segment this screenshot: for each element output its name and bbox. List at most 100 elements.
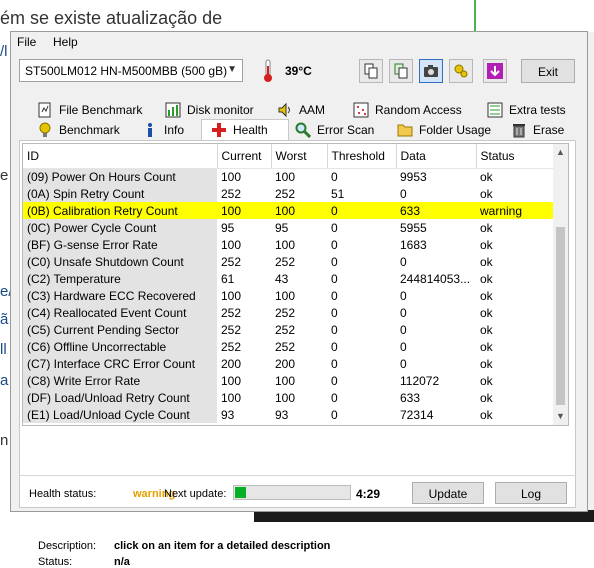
cell-current: 93 [221, 407, 235, 422]
column-header-current[interactable]: Current [217, 144, 272, 169]
cell-id: (0B) Calibration Retry Count [23, 202, 217, 219]
table-row[interactable]: (BF) G-sense Error Rate 100 100 0 1683 ok [23, 236, 553, 253]
column-header-threshold[interactable]: Threshold [327, 144, 397, 169]
cell-worst: 93 [275, 407, 289, 422]
tab-error-scan[interactable]: Error Scan [295, 120, 374, 140]
table-row[interactable]: (C8) Write Error Rate 100 100 0 112072 ok [23, 372, 553, 389]
table-row[interactable]: (C5) Current Pending Sector 252 252 0 0 ok [23, 321, 553, 338]
table-row[interactable]: (DF) Load/Unload Retry Count 100 100 0 633 ok [23, 389, 553, 406]
health-icon [212, 123, 226, 137]
drive-select[interactable]: ST500LM012 HN-M500MBB (500 gB) ▼ [19, 59, 243, 82]
cell-status: ok [480, 186, 493, 201]
tab-aam[interactable]: AAM [277, 100, 325, 120]
chevron-down-icon: ▼ [227, 64, 237, 75]
tab-label: Benchmark [59, 123, 120, 137]
table-row[interactable]: (0A) Spin Retry Count 252 252 51 0 ok [23, 185, 553, 202]
cell-data: 112072 [400, 373, 440, 388]
cell-current: 252 [221, 254, 242, 269]
column-header-worst[interactable]: Worst [271, 144, 328, 169]
cell-id: (C7) Interface CRC Error Count [23, 355, 217, 372]
table-row[interactable]: (09) Power On Hours Count 100 100 0 9953 ok [23, 168, 553, 185]
cell-worst: 100 [275, 288, 296, 303]
table-row[interactable]: (C3) Hardware ECC Recovered 100 100 0 0 ok [23, 287, 553, 304]
tab-extra-tests[interactable]: Extra tests [487, 100, 566, 120]
cell-id: (C8) Write Error Rate [23, 372, 217, 389]
tab-folder-usage[interactable]: Folder Usage [397, 120, 491, 140]
download-arrow-icon [487, 63, 503, 79]
health-panel: ID Current Worst Threshold Data Status (… [19, 140, 576, 568]
copy-icon [364, 63, 378, 79]
table-row[interactable]: (E1) Load/Unload Cycle Count 93 93 0 72314 ok [23, 406, 553, 423]
column-header-data[interactable]: Data [396, 144, 477, 169]
log-button[interactable]: Log [495, 482, 567, 504]
error-scan-icon [295, 122, 311, 138]
table-row[interactable]: (0C) Power Cycle Count 95 95 0 5955 ok [23, 219, 553, 236]
health-status-label: Health status: [29, 488, 97, 500]
cell-id: (0A) Spin Retry Count [23, 185, 217, 202]
cell-worst: 95 [275, 220, 289, 235]
cell-data: 9953 [400, 169, 427, 184]
smart-table[interactable]: ID Current Worst Threshold Data Status (… [22, 143, 569, 426]
copy-text-button[interactable] [359, 59, 383, 83]
tab-label: File Benchmark [59, 103, 143, 117]
update-button[interactable]: Update [412, 482, 484, 504]
cell-data: 0 [400, 288, 407, 303]
cell-threshold: 0 [331, 356, 338, 371]
tab-random-access[interactable]: Random Access [353, 100, 462, 120]
cell-worst: 100 [275, 169, 296, 184]
thermometer-icon [264, 59, 272, 82]
scroll-up-icon[interactable]: ▲ [556, 147, 565, 157]
menu-file[interactable]: File [17, 35, 36, 49]
cell-id: (C4) Reallocated Event Count [23, 304, 217, 321]
cell-id: (DF) Load/Unload Retry Count [23, 389, 217, 406]
hdtune-window: File Help ST500LM012 HN-M500MBB (500 gB)… [10, 31, 588, 568]
cell-worst: 252 [275, 254, 296, 269]
cell-threshold: 0 [331, 220, 338, 235]
table-row[interactable]: (C2) Temperature 61 43 0 244814053... ok [23, 270, 553, 287]
vertical-scrollbar[interactable]: ▲ ▼ [553, 144, 568, 425]
cell-id: (C3) Hardware ECC Recovered [23, 287, 217, 304]
tab-benchmark[interactable]: Benchmark [37, 120, 120, 140]
cell-threshold: 0 [331, 390, 338, 405]
cell-worst: 252 [275, 339, 296, 354]
tab-label: Health [233, 123, 268, 137]
menu-help[interactable]: Help [53, 35, 78, 49]
save-screenshot-button[interactable] [419, 59, 443, 83]
table-row[interactable]: (0B) Calibration Retry Count 100 100 0 633 wa… [23, 202, 553, 219]
cell-threshold: 0 [331, 407, 338, 422]
erase-icon [513, 124, 525, 138]
exit-button[interactable]: Exit [521, 59, 575, 83]
options-button[interactable] [449, 59, 473, 83]
tab-info[interactable]: Info [142, 120, 184, 140]
column-header-id[interactable]: ID [23, 144, 218, 169]
tab-disk-monitor[interactable]: Disk monitor [165, 100, 254, 120]
cell-status: ok [480, 356, 493, 371]
cell-worst: 100 [271, 202, 327, 219]
table-row[interactable]: (C0) Unsafe Shutdown Count 252 252 0 0 ok [23, 253, 553, 270]
scroll-thumb[interactable] [556, 227, 565, 405]
column-header-status[interactable]: Status [476, 144, 554, 169]
copy-screenshot-button[interactable] [389, 59, 413, 83]
table-row[interactable]: (C6) Offline Uncorrectable 252 252 0 0 ok [23, 338, 553, 355]
next-update-time: 4:29 [356, 487, 381, 501]
description-text: click on an item for a detailed descript… [114, 540, 331, 552]
footer-divider [19, 475, 576, 476]
random-access-icon [353, 102, 369, 118]
table-row[interactable]: (C7) Interface CRC Error Count 200 200 0 0 ok [23, 355, 553, 372]
cell-id: (C0) Unsafe Shutdown Count [23, 253, 217, 270]
table-row[interactable]: (C4) Reallocated Event Count 252 252 0 0 ok [23, 304, 553, 321]
cell-worst: 100 [275, 373, 296, 388]
cell-current: 200 [221, 356, 242, 371]
cell-worst: 43 [275, 271, 289, 286]
cell-data: 0 [400, 322, 407, 337]
tab-health[interactable]: Health [211, 120, 268, 140]
background-fragment: e [0, 167, 9, 184]
cell-worst: 200 [275, 356, 296, 371]
download-button[interactable] [483, 59, 507, 83]
cell-data: 0 [400, 186, 407, 201]
cell-status: ok [480, 169, 493, 184]
tab-erase[interactable]: Erase [511, 120, 564, 140]
tab-file-benchmark[interactable]: File Benchmark [37, 100, 142, 120]
benchmark-icon [39, 122, 51, 137]
scroll-down-icon[interactable]: ▼ [556, 411, 565, 421]
